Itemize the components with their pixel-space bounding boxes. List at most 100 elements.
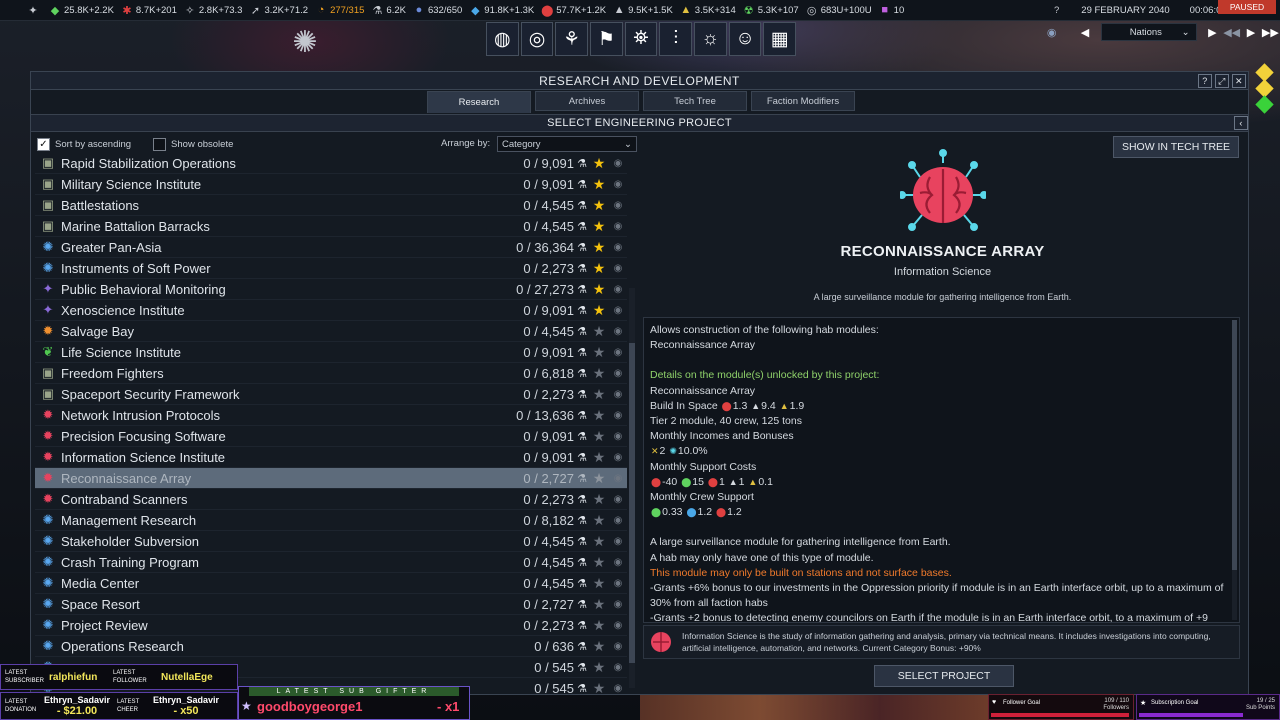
eye-icon[interactable]: ◉ [609,242,627,253]
project-row[interactable]: ✹ Precision Focusing Software 0 / 9,091 ⚗ ★ ◉ [35,426,627,447]
project-row[interactable]: ✺ Management Research 0 / 8,182 ⚗ ★ ◉ [35,510,627,531]
globe-icon[interactable]: ◍ [486,22,519,56]
resource-item[interactable]: ■ 10 [878,0,911,21]
prev-nation-icon[interactable]: ◀ [1075,23,1094,41]
project-row[interactable]: ✺ Operations Research 0 / 636 ⚗ ★ ◉ [35,636,627,657]
resource-item[interactable]: ● 632/650 [412,0,468,21]
details-scroll-thumb[interactable] [1232,320,1237,570]
list-scrollbar[interactable] [629,288,635,688]
star-icon[interactable]: ★ [591,260,607,277]
orbit-icon[interactable]: ◎ [520,22,554,56]
project-row[interactable]: ✹ Salvage Bay 0 / 4,545 ⚗ ★ ◉ [35,321,627,342]
eye-icon[interactable]: ◉ [609,410,627,421]
nations-dropdown[interactable]: Nations ⌄ [1100,23,1197,41]
star-icon[interactable]: ★ [591,197,607,214]
flag-icon[interactable]: ⚑ [590,22,623,56]
eye-icon[interactable]: ◉ [609,263,627,274]
eye-icon[interactable]: ◉ [609,326,627,337]
resource-item[interactable]: ⚗ 6.2K [370,0,412,21]
world-icon[interactable]: ◉ [1042,23,1061,41]
help-button[interactable]: ? [1050,5,1063,16]
next-nation-icon[interactable]: ▶ [1203,23,1222,41]
star-icon[interactable]: ★ [591,533,607,550]
star-icon[interactable]: ★ [591,407,607,424]
research-bulb-icon[interactable]: ☼ [694,22,727,56]
eye-icon[interactable]: ◉ [609,305,627,316]
star-icon[interactable]: ★ [591,155,607,172]
star-icon[interactable]: ★ [591,680,607,694]
star-icon[interactable]: ★ [591,218,607,235]
project-row[interactable]: ✹ Network Intrusion Protocols 0 / 13,636 ⚗ ★… [35,405,627,426]
eye-icon[interactable]: ◉ [609,683,627,694]
star-icon[interactable]: ★ [591,281,607,298]
project-row[interactable]: ▣ Freedom Fighters 0 / 6,818 ⚗ ★ ◉ [35,363,627,384]
satellite-icon[interactable]: ⛯ [624,22,658,56]
help-button[interactable]: ? [1198,74,1212,88]
eye-icon[interactable]: ◉ [609,284,627,295]
project-row[interactable]: ❦ Life Science Institute 0 / 9,091 ⚗ ★ ◉ [35,342,627,363]
project-row[interactable]: ✦ Xenoscience Institute 0 / 9,091 ⚗ ★ ◉ [35,300,627,321]
star-icon[interactable]: ★ [591,638,607,655]
eye-icon[interactable]: ◉ [609,494,627,505]
star-icon[interactable]: ★ [591,176,607,193]
eye-icon[interactable]: ◉ [609,368,627,379]
eye-icon[interactable]: ◉ [609,431,627,442]
star-icon[interactable]: ★ [591,512,607,529]
star-icon[interactable]: ★ [591,428,607,445]
eye-icon[interactable]: ◉ [609,536,627,547]
eye-icon[interactable]: ◉ [609,179,627,190]
dashboard-icon[interactable]: ▦ [763,22,797,56]
project-row[interactable]: ▣ Battlestations 0 / 4,545 ⚗ ★ ◉ [35,195,627,216]
eye-icon[interactable]: ◉ [609,557,627,568]
show-obsolete-checkbox[interactable] [153,137,167,151]
project-row[interactable]: ✺ Stakeholder Subversion 0 / 4,545 ⚗ ★ ◉ [35,531,627,552]
eye-icon[interactable]: ◉ [609,662,627,673]
star-icon[interactable]: ★ [591,365,607,382]
eye-icon[interactable]: ◉ [609,473,627,484]
faction-logo[interactable]: ✺ [270,22,340,62]
eye-icon[interactable]: ◉ [609,641,627,652]
star-icon[interactable]: ★ [591,554,607,571]
resource-item[interactable]: ☢ 5.3K+107 [742,0,805,21]
sort-ascending-checkbox[interactable]: ✓ [37,137,50,151]
show-in-tech-tree-button[interactable]: SHOW IN TECH TREE [1113,136,1239,158]
star-icon[interactable]: ★ [591,386,607,403]
project-row[interactable]: ✺ Space Resort 0 / 2,727 ⚗ ★ ◉ [35,594,627,615]
project-row[interactable]: ▣ Rapid Stabilization Operations 0 / 9,091… [35,153,627,174]
star-icon[interactable]: ★ [591,344,607,361]
project-row[interactable]: ✺ Media Center 0 / 4,545 ⚗ ★ ◉ [35,573,627,594]
minimize-icon[interactable]: ⤢ [1215,74,1229,88]
project-row[interactable]: ✹ Reconnaissance Array 0 / 2,727 ⚗ ★ ◉ [35,468,627,489]
eye-icon[interactable]: ◉ [609,620,627,631]
star-icon[interactable]: ★ [591,617,607,634]
tab-tech-tree[interactable]: Tech Tree [643,91,747,111]
project-row[interactable]: ✺ Crash Training Program 0 / 4,545 ⚗ ★ ◉ [35,552,627,573]
eye-icon[interactable]: ◉ [609,452,627,463]
resource-item[interactable]: ◎ 683U+100U [805,0,878,21]
star-icon[interactable]: ★ [591,491,607,508]
star-icon[interactable]: ★ [591,596,607,613]
resource-item[interactable]: ◆ 91.8K+1.3K [468,0,540,21]
star-icon[interactable]: ★ [591,449,607,466]
collapse-icon[interactable]: ‹ [1234,116,1248,130]
eye-icon[interactable]: ◉ [609,158,627,169]
eye-icon[interactable]: ◉ [609,347,627,358]
resource-item[interactable]: ◆ 25.8K+2.2K [48,0,120,21]
star-icon[interactable]: ★ [591,575,607,592]
eye-icon[interactable]: ◉ [609,578,627,589]
alert-green-icon[interactable] [1255,95,1274,114]
star-icon[interactable]: ★ [591,470,607,487]
star-icon[interactable]: ★ [591,323,607,340]
close-button[interactable]: ✕ [1232,74,1246,88]
sliders-icon[interactable]: ⫶ [659,22,693,56]
resource-item[interactable]: ◔ 277/315 [314,0,370,21]
resource-item[interactable]: ▲ 3.5K+314 [679,0,742,21]
fast-forward-icon[interactable]: ▶▶ [1261,23,1280,41]
resource-item[interactable]: ➚ 3.2K+71.2 [248,0,314,21]
star-icon[interactable]: ★ [591,302,607,319]
select-project-button[interactable]: SELECT PROJECT [874,665,1014,687]
details-scrollbar[interactable] [1232,320,1237,620]
eye-icon[interactable]: ◉ [609,515,627,526]
tab-faction-modifiers[interactable]: Faction Modifiers [751,91,855,111]
eye-icon[interactable]: ◉ [609,599,627,610]
